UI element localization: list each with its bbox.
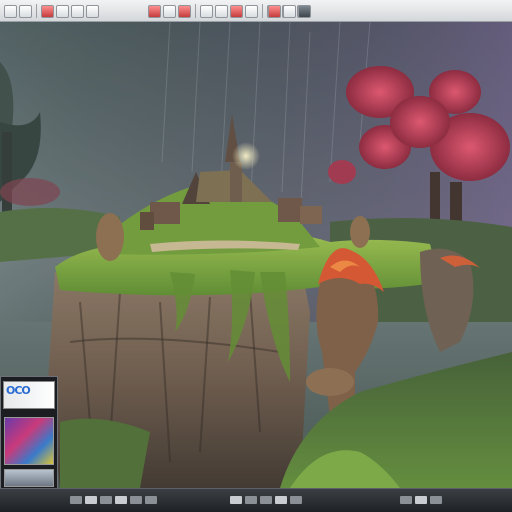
status-indicator xyxy=(430,496,442,504)
record-icon[interactable] xyxy=(178,4,191,18)
tool-icon[interactable] xyxy=(245,4,258,18)
status-strip-right xyxy=(400,493,442,507)
thumbnail-header: OCO xyxy=(3,381,55,409)
status-indicator xyxy=(245,496,257,504)
thumbnail-preview-image[interactable] xyxy=(4,417,54,465)
tool-icon[interactable] xyxy=(200,4,213,18)
open-file-icon[interactable] xyxy=(19,4,32,18)
toolbar-right-group xyxy=(268,3,311,19)
new-file-icon[interactable] xyxy=(4,4,17,18)
status-bar xyxy=(0,488,512,512)
tool-icon[interactable] xyxy=(71,4,84,18)
tool-icon[interactable] xyxy=(56,4,69,18)
toolbar-divider xyxy=(36,4,37,18)
status-indicator xyxy=(100,496,112,504)
thumbnail-panel[interactable]: OCO xyxy=(0,376,58,492)
status-indicator xyxy=(70,496,82,504)
toolbar-divider xyxy=(262,4,263,18)
status-indicator xyxy=(115,496,127,504)
status-strip-middle xyxy=(230,493,302,507)
status-indicator xyxy=(400,496,412,504)
status-indicator xyxy=(260,496,272,504)
thumbnail-label: OCO xyxy=(6,384,31,397)
app-toolbar xyxy=(0,0,512,22)
status-indicator xyxy=(230,496,242,504)
image-canvas[interactable] xyxy=(0,22,512,488)
tool-icon[interactable] xyxy=(86,4,99,18)
status-indicator xyxy=(290,496,302,504)
status-indicator xyxy=(85,496,97,504)
status-indicator xyxy=(275,496,287,504)
status-indicator xyxy=(145,496,157,504)
tool-icon[interactable] xyxy=(215,4,228,18)
fantasy-landscape-image xyxy=(0,22,512,488)
thumbnail-footer xyxy=(4,469,54,487)
toolbar-divider xyxy=(195,4,196,18)
tool-icon[interactable] xyxy=(283,4,296,18)
record-icon[interactable] xyxy=(230,4,243,18)
status-strip-left xyxy=(70,493,157,507)
tool-icon[interactable] xyxy=(163,4,176,18)
tool-icon[interactable] xyxy=(298,4,311,18)
status-indicator xyxy=(415,496,427,504)
record-icon[interactable] xyxy=(268,4,281,18)
record-icon[interactable] xyxy=(41,4,54,18)
status-indicator xyxy=(130,496,142,504)
stop-icon[interactable] xyxy=(148,4,161,18)
toolbar-left-group xyxy=(4,3,99,19)
